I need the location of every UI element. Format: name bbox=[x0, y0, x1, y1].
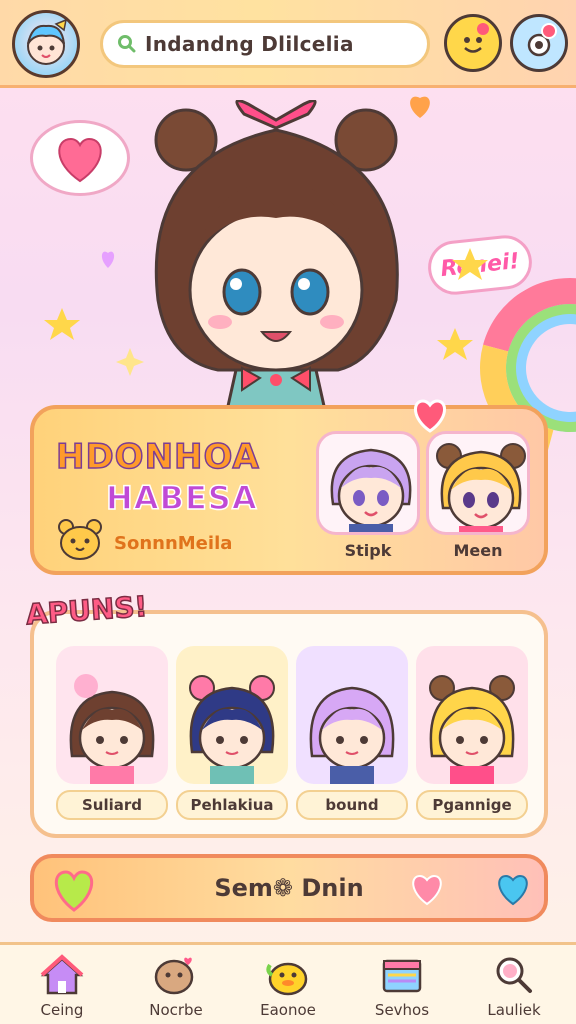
featured-character-2[interactable] bbox=[426, 431, 530, 535]
search-icon bbox=[496, 957, 532, 993]
send-button[interactable]: Sem❁ Dnin bbox=[30, 854, 548, 922]
bottom-nav: Ceing Nocrbe Eaonoe Sevhos Lauliek bbox=[0, 942, 576, 1024]
nav-item-search[interactable]: Lauliek bbox=[464, 953, 564, 1023]
nav-label: Eaonoe bbox=[260, 1001, 316, 1019]
friends-panel: Suliard Pehlakiua bound Pgannige bbox=[30, 610, 548, 838]
nav-item-store[interactable]: Sevhos bbox=[352, 953, 452, 1023]
nav-label: Ceing bbox=[40, 1001, 84, 1019]
friend-card[interactable] bbox=[56, 646, 168, 784]
search-icon bbox=[118, 35, 136, 53]
nav-item-chat[interactable]: Nocrbe bbox=[126, 953, 226, 1023]
featured-title-line1: HDONHOA bbox=[55, 436, 260, 478]
search-text: Indandng Dlilcelia bbox=[145, 32, 354, 56]
friend-card[interactable] bbox=[296, 646, 408, 784]
heart-icon bbox=[414, 399, 446, 433]
nav-item-home[interactable]: Ceing bbox=[12, 953, 112, 1023]
heart-icon bbox=[498, 874, 528, 906]
heart-icon bbox=[412, 874, 442, 906]
featured-card[interactable]: HDONHOA HABESA SonnnMeila Stipk Meen bbox=[30, 399, 548, 575]
app-header: Indandng Dlilcelia bbox=[0, 0, 576, 88]
featured-character-2-name: Meen bbox=[453, 541, 503, 560]
nav-item-duck[interactable]: Eaonoe bbox=[238, 953, 338, 1023]
friend-name: Pgannige bbox=[416, 790, 528, 820]
friend-name: Suliard bbox=[56, 790, 168, 820]
friend-name: bound bbox=[296, 790, 408, 820]
friend-card[interactable] bbox=[416, 646, 528, 784]
smiley-face-icon[interactable] bbox=[444, 14, 502, 72]
friend-name: Pehlakiua bbox=[176, 790, 288, 820]
featured-title-line2: HABESA bbox=[105, 478, 258, 518]
featured-character-1[interactable] bbox=[316, 431, 420, 535]
nav-label: Lauliek bbox=[487, 1001, 541, 1019]
duck-icon bbox=[266, 962, 308, 996]
featured-character-1-name: Stipk bbox=[344, 541, 392, 560]
home-icon bbox=[40, 954, 84, 995]
heart-icon bbox=[55, 870, 93, 912]
settings-toggle-icon[interactable] bbox=[510, 14, 568, 72]
store-icon bbox=[382, 959, 422, 993]
nav-label: Nocrbe bbox=[149, 1001, 203, 1019]
hero-banner: Ronei! bbox=[0, 88, 576, 491]
nav-label: Sevhos bbox=[374, 1001, 430, 1019]
friend-card[interactable] bbox=[176, 646, 288, 784]
featured-subtitle: SonnnMeila bbox=[114, 533, 233, 554]
search-input[interactable]: Indandng Dlilcelia bbox=[100, 20, 430, 68]
send-button-label: Sem❁ Dnin bbox=[214, 874, 364, 902]
profile-avatar-icon[interactable] bbox=[12, 10, 80, 78]
bear-icon bbox=[58, 519, 102, 560]
chat-icon bbox=[154, 957, 194, 995]
